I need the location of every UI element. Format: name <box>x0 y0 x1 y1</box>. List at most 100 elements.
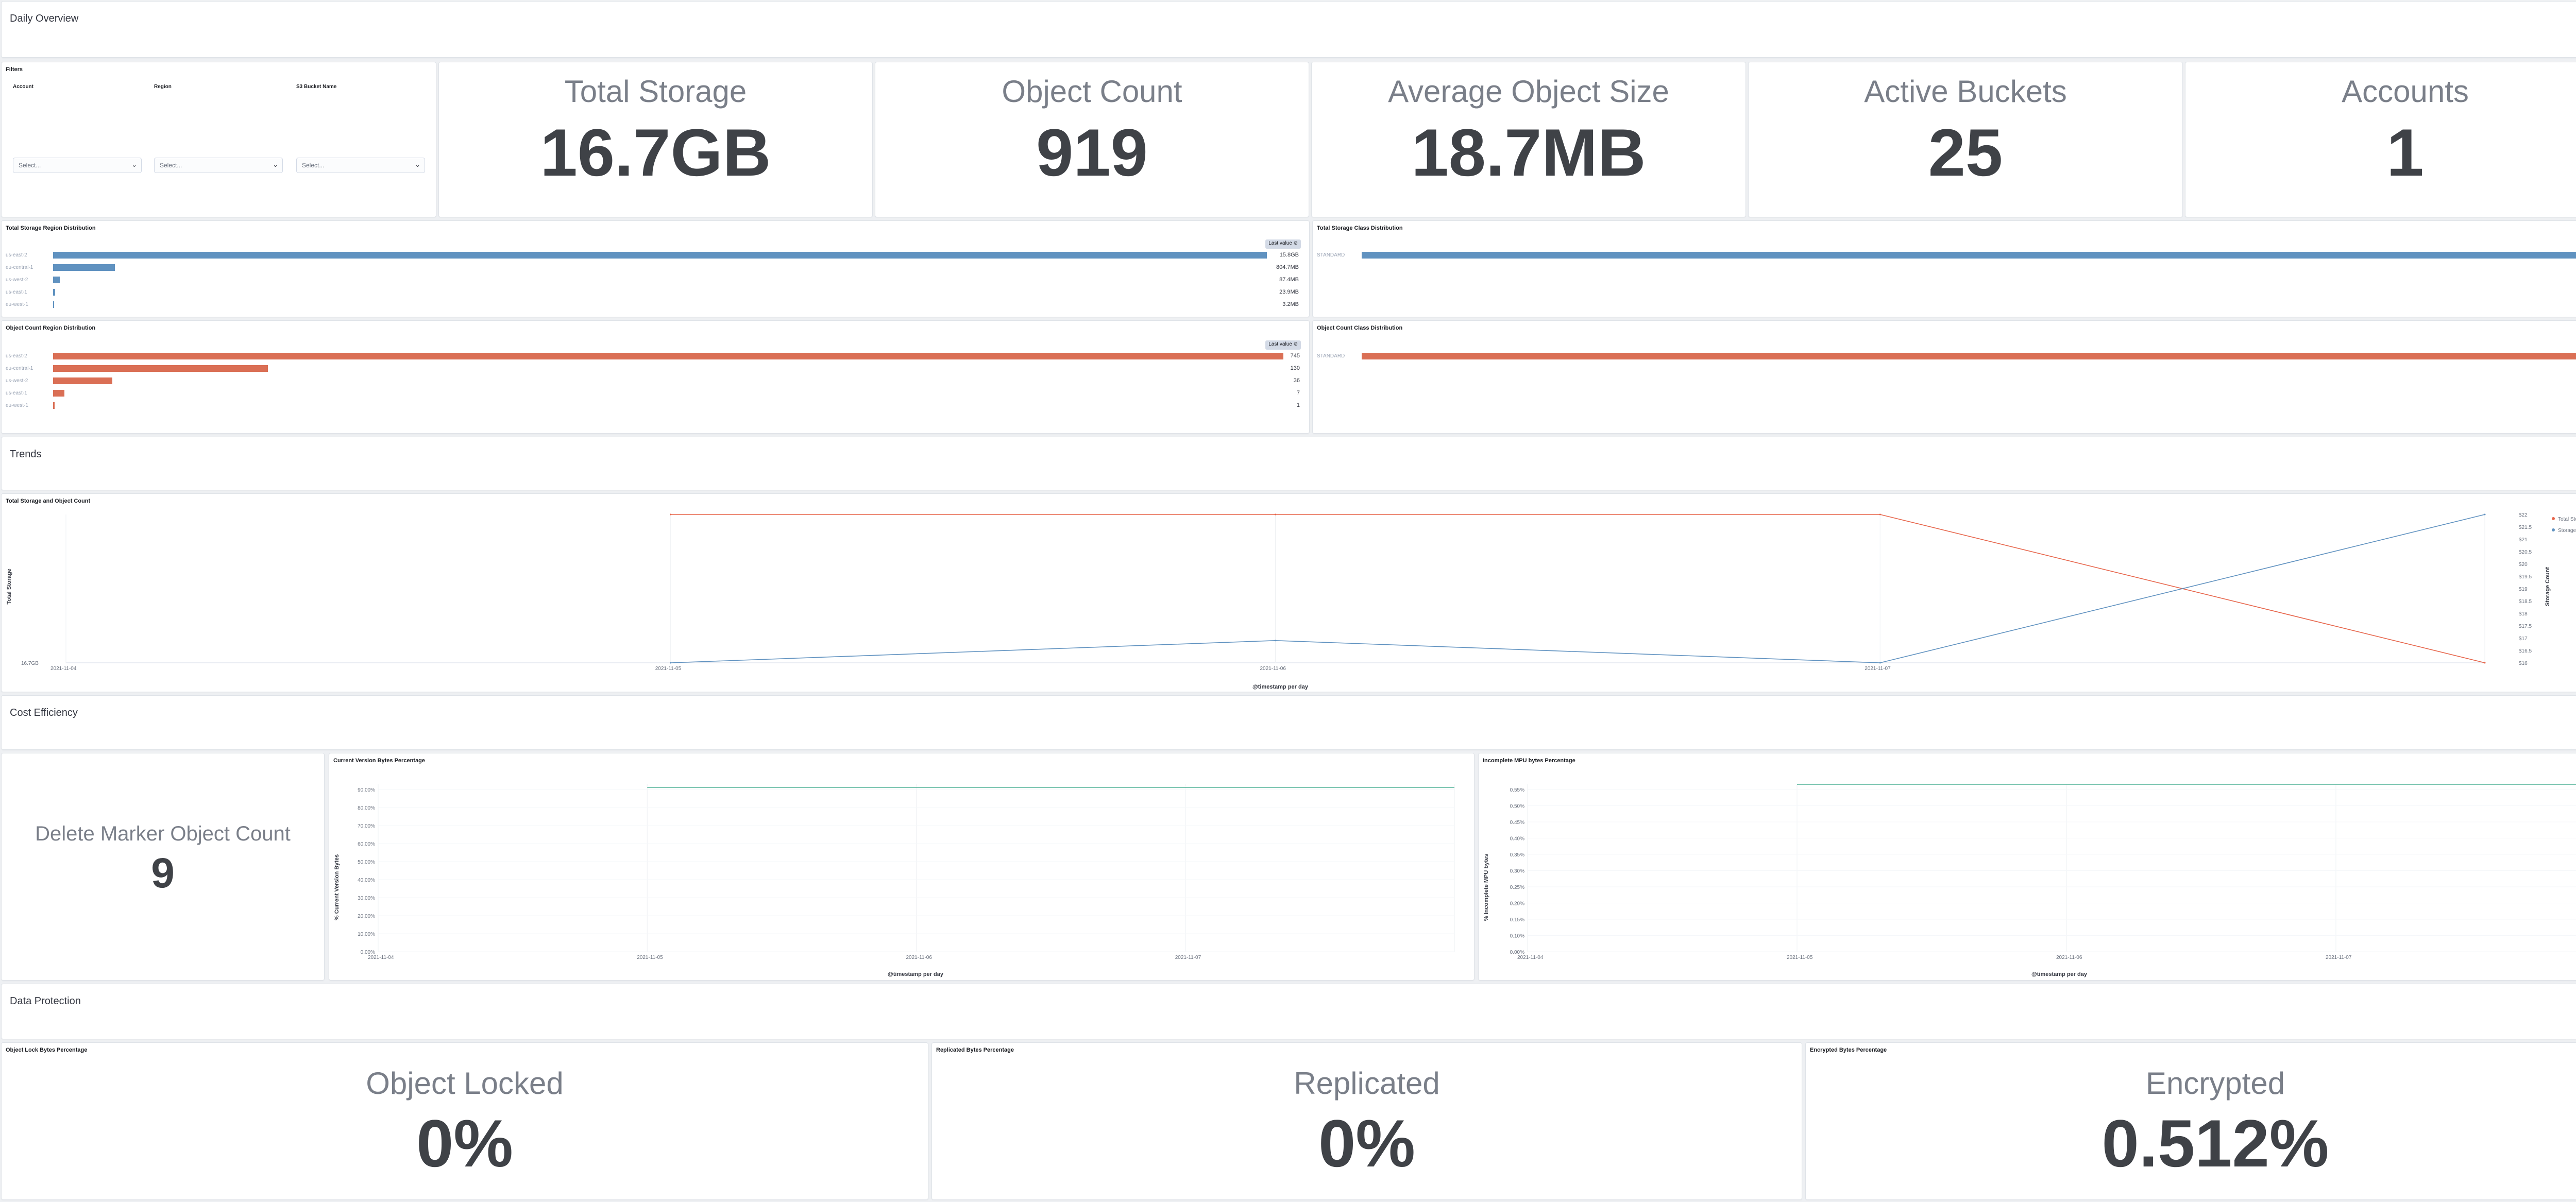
last-value-badge[interactable]: Last value ⊘ <box>1265 340 1301 350</box>
metric-value: 0.512% <box>2102 1106 2329 1181</box>
bar[interactable] <box>53 377 113 384</box>
panel-title: Encrypted Bytes Percentage <box>1810 1047 1887 1053</box>
bar[interactable] <box>53 402 55 409</box>
bar-category-label: us-east-2 <box>6 252 27 258</box>
metric-label: Total Storage <box>564 74 747 109</box>
data-point[interactable] <box>2484 662 2486 664</box>
y2-tick-label: $21 <box>2519 537 2528 543</box>
bar[interactable] <box>53 365 268 372</box>
data-point[interactable] <box>1275 640 1276 642</box>
bar-value-label: 87.4MB <box>1279 277 1299 283</box>
region-select[interactable]: Select... ⌄ <box>154 158 283 173</box>
y-tick-label: 0.50% <box>1510 804 1524 810</box>
data-point[interactable] <box>670 513 672 516</box>
bar-category-label: us-east-1 <box>6 289 27 295</box>
y-axis-title: % Incomplete MPU bytes <box>1483 854 1489 921</box>
bar-category-label: us-east-1 <box>6 390 27 396</box>
series-line[interactable] <box>670 514 2485 663</box>
legend-dot <box>2552 517 2555 520</box>
section-title: Trends <box>10 449 42 460</box>
filters-title: Filters <box>6 66 23 73</box>
y2-tick-label: $16.5 <box>2519 648 2532 654</box>
bar[interactable] <box>53 301 54 308</box>
current-version-chart: % Current Version Bytes @timestamp per d… <box>334 784 1455 977</box>
y-tick-label: 0.55% <box>1510 787 1524 793</box>
bucket-select[interactable]: Select... ⌄ <box>296 158 425 173</box>
metric-label: Average Object Size <box>1388 74 1669 109</box>
y-tick-label: 30.00% <box>358 896 375 901</box>
x-tick-label: 2021-11-06 <box>906 955 933 960</box>
chevron-down-icon: ⌄ <box>415 161 420 168</box>
y2-tick-label: $19.5 <box>2519 574 2532 580</box>
active-buckets-panel: Active Buckets 25 <box>1748 62 2183 217</box>
current-version-panel: Current Version Bytes Percentage % Curre… <box>329 753 1475 981</box>
x-tick-label: 2021-11-06 <box>2056 955 2082 960</box>
accounts-panel: Accounts 1 <box>2185 62 2576 217</box>
bar-value-label: 130 <box>1290 365 1300 371</box>
metric-value: 0% <box>1318 1106 1415 1181</box>
last-value-badge[interactable]: Last value ⊘ <box>1265 239 1301 249</box>
bar[interactable] <box>53 264 115 271</box>
last-value-label: Last value <box>1268 241 1292 246</box>
bar-value-label: 36 <box>1293 377 1300 384</box>
section-title: Daily Overview <box>10 13 79 24</box>
bar[interactable] <box>1362 252 2576 259</box>
series-line[interactable] <box>670 514 2485 663</box>
y-tick-label: 0.10% <box>1510 934 1524 939</box>
bar[interactable] <box>53 289 55 296</box>
metric-label: Object Locked <box>366 1066 564 1101</box>
data-point[interactable] <box>1879 662 1881 664</box>
data-point[interactable] <box>2484 513 2486 516</box>
bar-value-label: 1 <box>1296 402 1300 408</box>
bar[interactable] <box>53 353 1283 359</box>
last-value-label: Last value <box>1268 341 1292 347</box>
filters-panel: Filters Account Select... ⌄ Region Selec… <box>1 62 436 217</box>
data-point[interactable] <box>670 662 672 664</box>
incomplete-mpu-chart: % Incomplete MPU bytes @timestamp per da… <box>1483 784 2576 977</box>
region-count-distribution-panel: Object Count Region Distribution Last va… <box>1 320 1310 434</box>
legend-item-total-storage[interactable]: Total Storage <box>2558 517 2576 522</box>
bar-category-label: STANDARD <box>1317 252 1345 258</box>
chart-title: Object Count Region Distribution <box>6 325 96 331</box>
y-tick-label: 10.00% <box>358 932 375 937</box>
panel-title: Replicated Bytes Percentage <box>936 1047 1014 1053</box>
x-tick-label: 2021-11-04 <box>50 666 77 672</box>
data-point[interactable] <box>1879 513 1881 516</box>
y2-tick-label: $19 <box>2519 587 2528 592</box>
metric-label: Active Buckets <box>1864 74 2067 109</box>
y-tick-label: 0.40% <box>1510 836 1524 842</box>
incomplete-mpu-panel: Incomplete MPU bytes Percentage % Incomp… <box>1478 753 2576 981</box>
section-title: Data Protection <box>10 995 81 1007</box>
y-tick-label: 0.30% <box>1510 869 1524 874</box>
panel-title: Object Lock Bytes Percentage <box>6 1047 88 1053</box>
x-tick-label: 2021-11-05 <box>637 955 663 960</box>
y-tick-label: 80.00% <box>358 805 375 811</box>
bar-category-label: us-west-2 <box>6 378 28 384</box>
metric-value: 25 <box>1928 115 2003 190</box>
section-data-protection: Data Protection <box>1 984 2576 1039</box>
y-tick-label: 0.35% <box>1510 852 1524 858</box>
data-point[interactable] <box>1275 513 1276 516</box>
chart-title: Object Count Class Distribution <box>1317 325 1403 331</box>
bucket-select-placeholder: Select... <box>302 162 325 169</box>
bar[interactable] <box>1362 353 2576 359</box>
x-tick-label: 2021-11-07 <box>1865 666 1891 672</box>
metric-value: 1 <box>2386 115 2424 190</box>
account-select[interactable]: Select... ⌄ <box>13 158 142 173</box>
y-tick-label: 0.25% <box>1510 885 1524 890</box>
bar-value-label: 3.2MB <box>1282 301 1299 307</box>
y-tick-label: 0.00% <box>361 950 375 955</box>
bar[interactable] <box>53 390 65 397</box>
replicated-panel: Replicated Bytes Percentage Replicated 0… <box>931 1042 1802 1200</box>
x-axis-title: @timestamp per day <box>2031 971 2088 977</box>
bar-category-label: STANDARD <box>1317 353 1345 359</box>
legend-item-storage-count[interactable]: Storage Count <box>2558 528 2576 534</box>
y-tick-label: 40.00% <box>358 878 375 883</box>
bar[interactable] <box>53 252 1267 259</box>
y2-tick-label: $22 <box>2519 512 2528 518</box>
bar[interactable] <box>53 277 60 283</box>
y2-tick-label: $20.5 <box>2519 550 2532 555</box>
y-tick-label: 70.00% <box>358 823 375 829</box>
metric-value: 18.7MB <box>1411 115 1646 190</box>
metric-value: 16.7GB <box>540 115 771 190</box>
